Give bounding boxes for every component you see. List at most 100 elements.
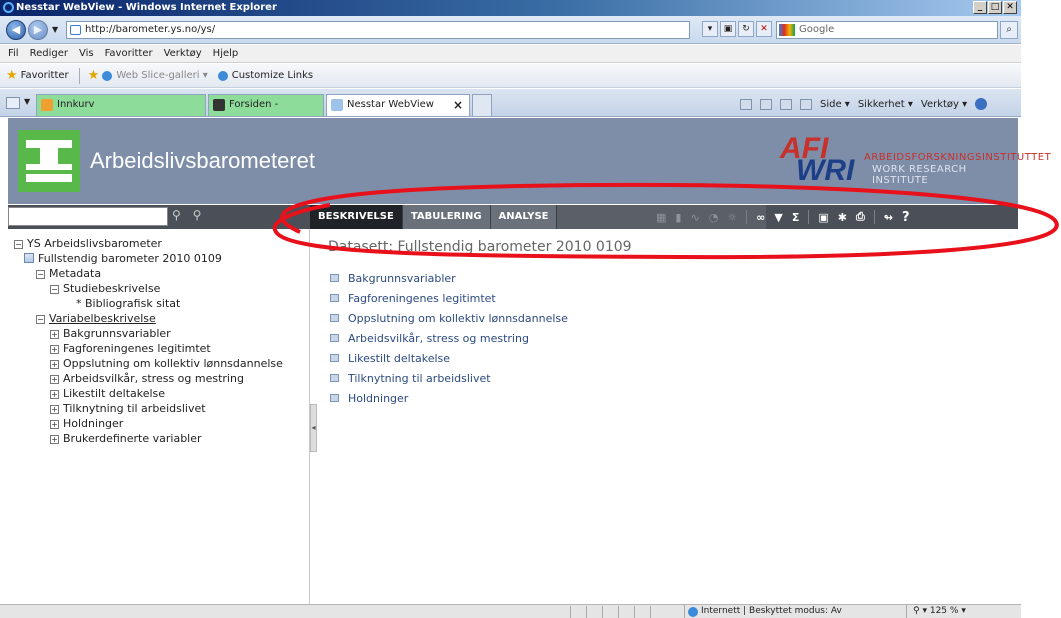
search-icon[interactable]: ⚲ [172, 208, 181, 222]
list-item[interactable]: Likestilt deltakelse [330, 349, 568, 369]
list-item[interactable]: Arbeidsvilkår, stress og mestring [330, 329, 568, 349]
window-title: Nesstar WebView - Windows Internet Explo… [16, 2, 277, 13]
afi-logo[interactable]: AFI WRI ARBEIDSFORSKNINGSINSTITUTTET WOR… [776, 132, 1051, 187]
help-icon[interactable] [975, 98, 988, 110]
menu-favoritter[interactable]: Favoritter [105, 48, 153, 59]
tree-dataset[interactable]: Fullstendig barometer 2010 0109 [8, 251, 309, 266]
table-icon[interactable]: ▦ [656, 211, 666, 224]
tab-beskrivelse[interactable]: BESKRIVELSE [310, 205, 402, 229]
collapse-icon[interactable]: − [36, 315, 45, 324]
list-item[interactable]: Tilknytning til arbeidslivet [330, 369, 568, 389]
list-item[interactable]: Holdninger [330, 389, 568, 409]
expand-icon[interactable]: + [50, 420, 59, 429]
tree-group[interactable]: + Tilknytning til arbeidslivet [8, 401, 309, 416]
list-item[interactable]: Fagforeningenes legitimtet [330, 289, 568, 309]
expand-icon[interactable]: + [50, 390, 59, 399]
tree-search-input[interactable] [8, 207, 168, 226]
refresh-icon[interactable]: ↻ [738, 21, 754, 37]
status-cell [618, 606, 634, 618]
line-chart-icon[interactable]: ∿ [690, 211, 699, 224]
tree-group-label: Oppslutning om kollektiv lønnsdannelse [63, 357, 283, 370]
tree-root[interactable]: − YS Arbeidslivsbarometer [8, 236, 309, 251]
forward-button[interactable]: ▶ [28, 20, 48, 40]
expand-icon[interactable]: + [50, 435, 59, 444]
menu-side[interactable]: Side ▾ [820, 99, 850, 110]
menu-verktoy-cmd[interactable]: Verktøy ▾ [921, 99, 967, 110]
menu-vis[interactable]: Vis [79, 48, 94, 59]
search-input[interactable]: Google [776, 21, 998, 39]
list-item[interactable]: Bakgrunnsvariabler [330, 269, 568, 289]
mail-icon[interactable] [780, 98, 792, 110]
save-icon[interactable]: ▣ [818, 211, 828, 224]
filter-icon[interactable]: ▼ [774, 211, 782, 224]
address-dropdown-icon[interactable]: ▾ [702, 21, 718, 37]
expand-icon[interactable]: + [50, 330, 59, 339]
tree-metadata[interactable]: − Metadata [8, 266, 309, 281]
help-icon[interactable]: ? [902, 210, 910, 225]
status-cell [602, 606, 618, 618]
back-button[interactable]: ◀ [6, 20, 26, 40]
login-icon[interactable]: ↬ [884, 211, 893, 224]
quick-tabs-icon[interactable] [6, 97, 20, 109]
search-button[interactable]: ⌕ [1000, 21, 1018, 39]
tree-group[interactable]: + Fagforeningenes legitimtet [8, 341, 309, 356]
expand-icon[interactable]: + [50, 345, 59, 354]
home-icon[interactable] [740, 98, 752, 110]
customize-links-link[interactable]: Customize Links [217, 70, 313, 81]
web-slice-gallery-link[interactable]: ★ Web Slice-galleri ▾ [88, 68, 208, 83]
tab-aftenposten[interactable]: Forsiden - Aftenposten.no [208, 94, 324, 130]
tab-tabulering[interactable]: TABULERING [401, 205, 490, 229]
bar-chart-icon[interactable]: ▮ [675, 211, 681, 224]
bookmark-icon[interactable]: ✱ [838, 211, 847, 224]
list-item[interactable]: Oppslutning om kollektiv lønnsdannelse [330, 309, 568, 329]
menu-sikkerhet[interactable]: Sikkerhet ▾ [858, 99, 913, 110]
menu-hjelp[interactable]: Hjelp [213, 48, 239, 59]
advanced-search-icon[interactable]: ⚲ [193, 208, 202, 222]
tree-citation[interactable]: * Bibliografisk sitat [8, 296, 309, 311]
close-tab-icon[interactable]: × [453, 95, 463, 115]
minimize-button[interactable]: _ [973, 1, 987, 14]
tree-citation-label: * Bibliografisk sitat [76, 297, 181, 310]
expand-icon[interactable]: + [50, 405, 59, 414]
tree-group[interactable]: + Bakgrunnsvariabler [8, 326, 309, 341]
collapse-icon[interactable]: − [50, 285, 59, 294]
security-zone[interactable]: Internett | Beskyttet modus: Av [684, 605, 842, 618]
map-icon[interactable]: ☼ [727, 211, 737, 224]
collapse-icon[interactable]: − [36, 270, 45, 279]
menu-rediger[interactable]: Rediger [30, 48, 68, 59]
print-icon[interactable]: ⎙ [856, 210, 865, 224]
expand-icon[interactable]: + [50, 360, 59, 369]
ys-logo[interactable] [18, 130, 80, 192]
collapse-icon[interactable]: − [14, 240, 23, 249]
favorites-button[interactable]: ★ Favoritter [6, 68, 69, 83]
close-button[interactable]: ✕ [1003, 1, 1017, 14]
menu-verktoy[interactable]: Verktøy [164, 48, 202, 59]
sigma-icon[interactable]: Σ [792, 211, 800, 224]
expand-icon[interactable]: + [50, 375, 59, 384]
zoom-control[interactable]: ⚲ ▾ 125 % ▾ [906, 605, 1021, 618]
tree-study[interactable]: − Studiebeskrivelse [8, 281, 309, 296]
pie-icon[interactable]: ◔ [709, 211, 719, 224]
tab-nesstar[interactable]: Nesstar WebView × [326, 94, 470, 116]
address-input[interactable]: http://barometer.ys.no/ys/ [66, 21, 690, 39]
feeds-icon[interactable] [760, 98, 772, 110]
menu-fil[interactable]: Fil [8, 48, 19, 59]
stop-icon[interactable]: ✕ [756, 21, 772, 37]
maximize-button[interactable]: □ [988, 1, 1002, 14]
tab-list-dropdown-icon[interactable]: ▼ [24, 97, 30, 106]
tree-group[interactable]: + Arbeidsvilkår, stress og mestring [8, 371, 309, 386]
binoculars-icon[interactable]: ∞ [756, 211, 765, 224]
compatibility-icon[interactable]: ▣ [720, 21, 736, 37]
history-dropdown-icon[interactable]: ▼ [52, 25, 58, 34]
tree-variables[interactable]: − Variabelbeskrivelse [8, 311, 309, 326]
tree-group[interactable]: + Holdninger [8, 416, 309, 431]
window-title-bar[interactable]: Nesstar WebView - Windows Internet Explo… [0, 0, 1021, 16]
print-icon[interactable] [800, 98, 812, 110]
tab-innkurv[interactable]: Innkurv [36, 94, 206, 116]
tab-analyse[interactable]: ANALYSE [489, 205, 557, 229]
tree-group[interactable]: + Likestilt deltakelse [8, 386, 309, 401]
tree-group[interactable]: + Oppslutning om kollektiv lønnsdannelse [8, 356, 309, 371]
new-tab-button[interactable] [472, 94, 492, 116]
tree-group[interactable]: + Brukerdefinerte variabler [8, 431, 309, 446]
pane-splitter[interactable]: ◂ [310, 404, 317, 452]
